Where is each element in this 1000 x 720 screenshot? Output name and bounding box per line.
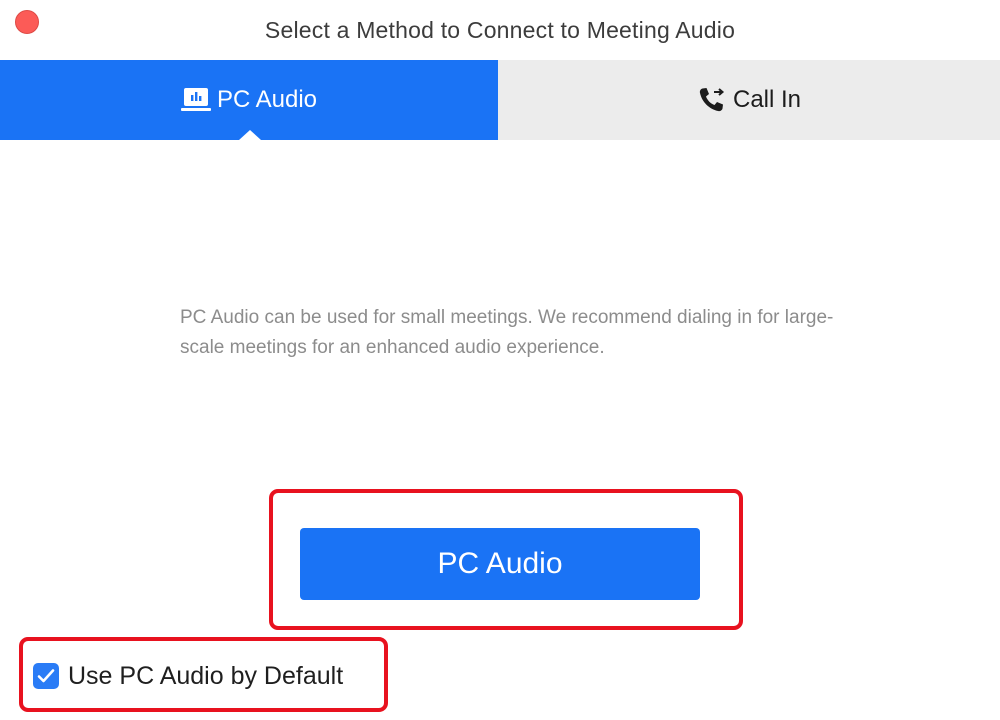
audio-method-tabs: PC Audio Call In: [0, 60, 1000, 140]
pc-audio-icon: [180, 87, 211, 113]
tab-call-in[interactable]: Call In: [498, 60, 1000, 140]
window-title: Select a Method to Connect to Meeting Au…: [264, 17, 736, 43]
use-pc-audio-default-option[interactable]: Use PC Audio by Default: [33, 659, 343, 693]
tab-call-in-label: Call In: [732, 86, 802, 113]
pc-audio-description: PC Audio can be used for small meetings.…: [180, 307, 834, 358]
default-audio-checkbox[interactable]: [33, 663, 59, 689]
phone-transfer-icon: [697, 86, 727, 114]
tab-pc-audio-label: PC Audio: [216, 86, 318, 113]
default-audio-checkbox-label: Use PC Audio by Default: [68, 661, 344, 690]
title-bar: Select a Method to Connect to Meeting Au…: [0, 0, 1000, 60]
selected-tab-pointer: [239, 130, 261, 140]
pc-audio-button[interactable]: PC Audio: [300, 528, 700, 600]
tab-pc-audio[interactable]: PC Audio: [0, 60, 498, 140]
checkmark-icon: [37, 669, 55, 683]
